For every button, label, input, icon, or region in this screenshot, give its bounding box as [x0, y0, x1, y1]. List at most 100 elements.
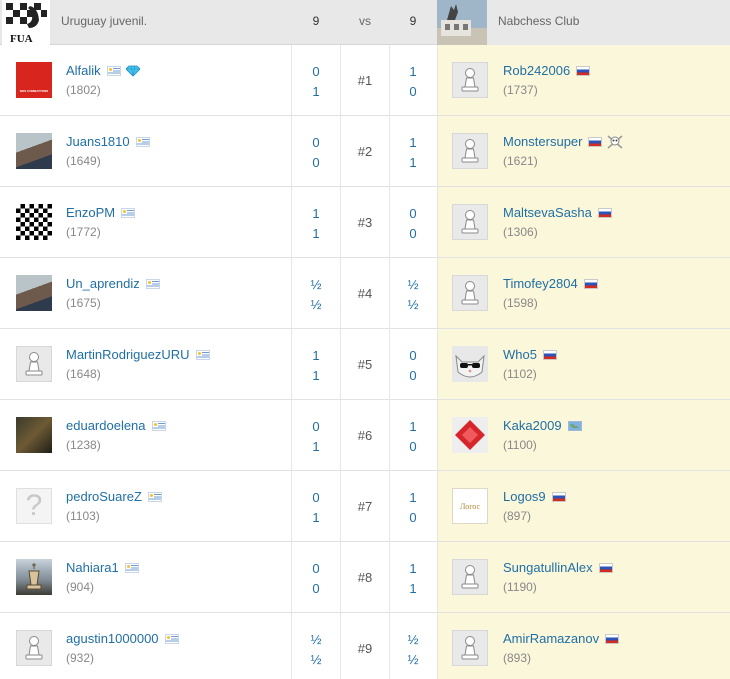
left-player-link[interactable]: Alfalik [66, 63, 140, 78]
pawn-avatar[interactable] [452, 559, 488, 595]
left-game-1-score[interactable]: 1 [306, 206, 326, 221]
pawn-avatar[interactable] [16, 630, 52, 666]
left-player-link[interactable]: pedroSuareZ [66, 489, 162, 504]
right-game-1-score[interactable]: 0 [403, 348, 423, 363]
left-game-2-score[interactable]: 1 [306, 510, 326, 525]
right-player-link[interactable]: Timofey2804 [503, 276, 598, 291]
left-player-name[interactable]: eduardoelena [66, 418, 146, 433]
right-team-logo[interactable] [437, 0, 487, 45]
right-game-2-score[interactable]: 0 [403, 368, 423, 383]
diamond-avatar[interactable] [452, 417, 488, 453]
right-player-name[interactable]: Monstersuper [503, 134, 582, 149]
right-game-1-score[interactable]: 1 [403, 419, 423, 434]
right-player-link[interactable]: Logos9 [503, 489, 566, 504]
right-player-link[interactable]: MaltsevaSasha [503, 205, 612, 220]
right-player-name[interactable]: Timofey2804 [503, 276, 578, 291]
right-game-1-score[interactable]: ½ [403, 277, 423, 292]
pawn-avatar[interactable] [452, 204, 488, 240]
right-game-1-score[interactable]: 1 [403, 561, 423, 576]
left-game-1-score[interactable]: 0 [306, 561, 326, 576]
right-player-name[interactable]: AmirRamazanov [503, 631, 599, 646]
checkerboard-avatar[interactable] [16, 204, 52, 240]
left-game-1-score[interactable]: ½ [306, 632, 326, 647]
column-divider [340, 542, 341, 612]
pawn-avatar[interactable] [452, 133, 488, 169]
player-avatar[interactable] [16, 559, 52, 595]
left-player-name[interactable]: Juans1810 [66, 134, 130, 149]
pawn-avatar[interactable] [452, 275, 488, 311]
right-game-2-score[interactable]: 0 [403, 84, 423, 99]
left-player-link[interactable]: Nahiara1 [66, 560, 139, 575]
right-game-2-score[interactable]: 0 [403, 510, 423, 525]
right-player-link[interactable]: Monstersuper [503, 134, 623, 149]
left-player-name[interactable]: Un_aprendiz [66, 276, 140, 291]
right-player-name[interactable]: Rob242006 [503, 63, 570, 78]
right-player-link[interactable]: AmirRamazanov [503, 631, 620, 646]
left-game-2-score[interactable]: 0 [306, 581, 326, 596]
logos-avatar[interactable]: Логос [452, 488, 488, 524]
right-player-name[interactable]: SungatullinAlex [503, 560, 593, 575]
left-player-name[interactable]: EnzoPM [66, 205, 115, 220]
right-player-link[interactable]: Kaka2009 [503, 418, 582, 433]
pawn-avatar[interactable] [16, 346, 52, 382]
right-player-link[interactable]: Rob242006 [503, 63, 591, 78]
left-game-2-score[interactable]: 1 [306, 226, 326, 241]
right-player-link[interactable]: Who5 [503, 347, 557, 362]
left-game-1-score[interactable]: 1 [306, 348, 326, 363]
left-game-2-score[interactable]: ½ [306, 297, 326, 312]
player-avatar[interactable] [16, 133, 52, 169]
left-player-link[interactable]: MartinRodriguezURU [66, 347, 210, 362]
right-player-name[interactable]: Who5 [503, 347, 537, 362]
left-game-2-score[interactable]: 0 [306, 155, 326, 170]
right-team-name[interactable]: Nabchess Club [498, 14, 579, 28]
left-player-link[interactable]: eduardoelena [66, 418, 166, 433]
right-player-link[interactable]: SungatullinAlex [503, 560, 613, 575]
left-player-name[interactable]: MartinRodriguezURU [66, 347, 190, 362]
board-row: MartinRodriguezURU (1648) 1 1 #5 0 0 Who5 (1102) [0, 329, 730, 400]
left-game-1-score[interactable]: 0 [306, 490, 326, 505]
pawn-avatar[interactable] [452, 62, 488, 98]
right-game-2-score[interactable]: 1 [403, 155, 423, 170]
right-game-1-score[interactable]: 1 [403, 135, 423, 150]
right-game-2-score[interactable]: 1 [403, 581, 423, 596]
right-game-2-score[interactable]: ½ [403, 652, 423, 667]
right-player-name[interactable]: Logos9 [503, 489, 546, 504]
left-player-name[interactable]: Nahiara1 [66, 560, 119, 575]
left-team-name[interactable]: Uruguay juvenil. [61, 14, 147, 28]
left-player-name[interactable]: pedroSuareZ [66, 489, 142, 504]
left-team-logo[interactable]: FUA [2, 0, 50, 45]
right-player-name[interactable]: MaltsevaSasha [503, 205, 592, 220]
left-game-2-score[interactable]: 1 [306, 439, 326, 454]
left-player-name[interactable]: Alfalik [66, 63, 101, 78]
left-game-2-score[interactable]: ½ [306, 652, 326, 667]
right-game-1-score[interactable]: 1 [403, 490, 423, 505]
column-divider [340, 45, 341, 115]
russia-flag-icon [576, 65, 591, 76]
left-game-2-score[interactable]: 1 [306, 84, 326, 99]
pawn-icon [452, 62, 488, 98]
right-game-2-score[interactable]: ½ [403, 297, 423, 312]
right-game-1-score[interactable]: ½ [403, 632, 423, 647]
diamond-icon [125, 65, 140, 77]
right-game-1-score[interactable]: 1 [403, 64, 423, 79]
player-avatar[interactable] [16, 275, 52, 311]
right-game-1-score[interactable]: 0 [403, 206, 423, 221]
pawn-avatar[interactable] [452, 630, 488, 666]
right-game-2-score[interactable]: 0 [403, 226, 423, 241]
player-avatar[interactable] [16, 417, 52, 453]
left-game-1-score[interactable]: ½ [306, 277, 326, 292]
left-player-name[interactable]: agustin1000000 [66, 631, 159, 646]
left-game-1-score[interactable]: 0 [306, 64, 326, 79]
left-player-link[interactable]: Un_aprendiz [66, 276, 160, 291]
left-game-1-score[interactable]: 0 [306, 135, 326, 150]
left-player-link[interactable]: Juans1810 [66, 134, 150, 149]
player-avatar[interactable]: NOS COMBATTONS [16, 62, 52, 98]
left-player-link[interactable]: agustin1000000 [66, 631, 179, 646]
right-game-2-score[interactable]: 0 [403, 439, 423, 454]
cat-avatar[interactable] [452, 346, 488, 382]
question-avatar[interactable]: ? [16, 488, 52, 524]
left-game-1-score[interactable]: 0 [306, 419, 326, 434]
right-player-name[interactable]: Kaka2009 [503, 418, 562, 433]
left-player-link[interactable]: EnzoPM [66, 205, 136, 220]
left-game-2-score[interactable]: 1 [306, 368, 326, 383]
